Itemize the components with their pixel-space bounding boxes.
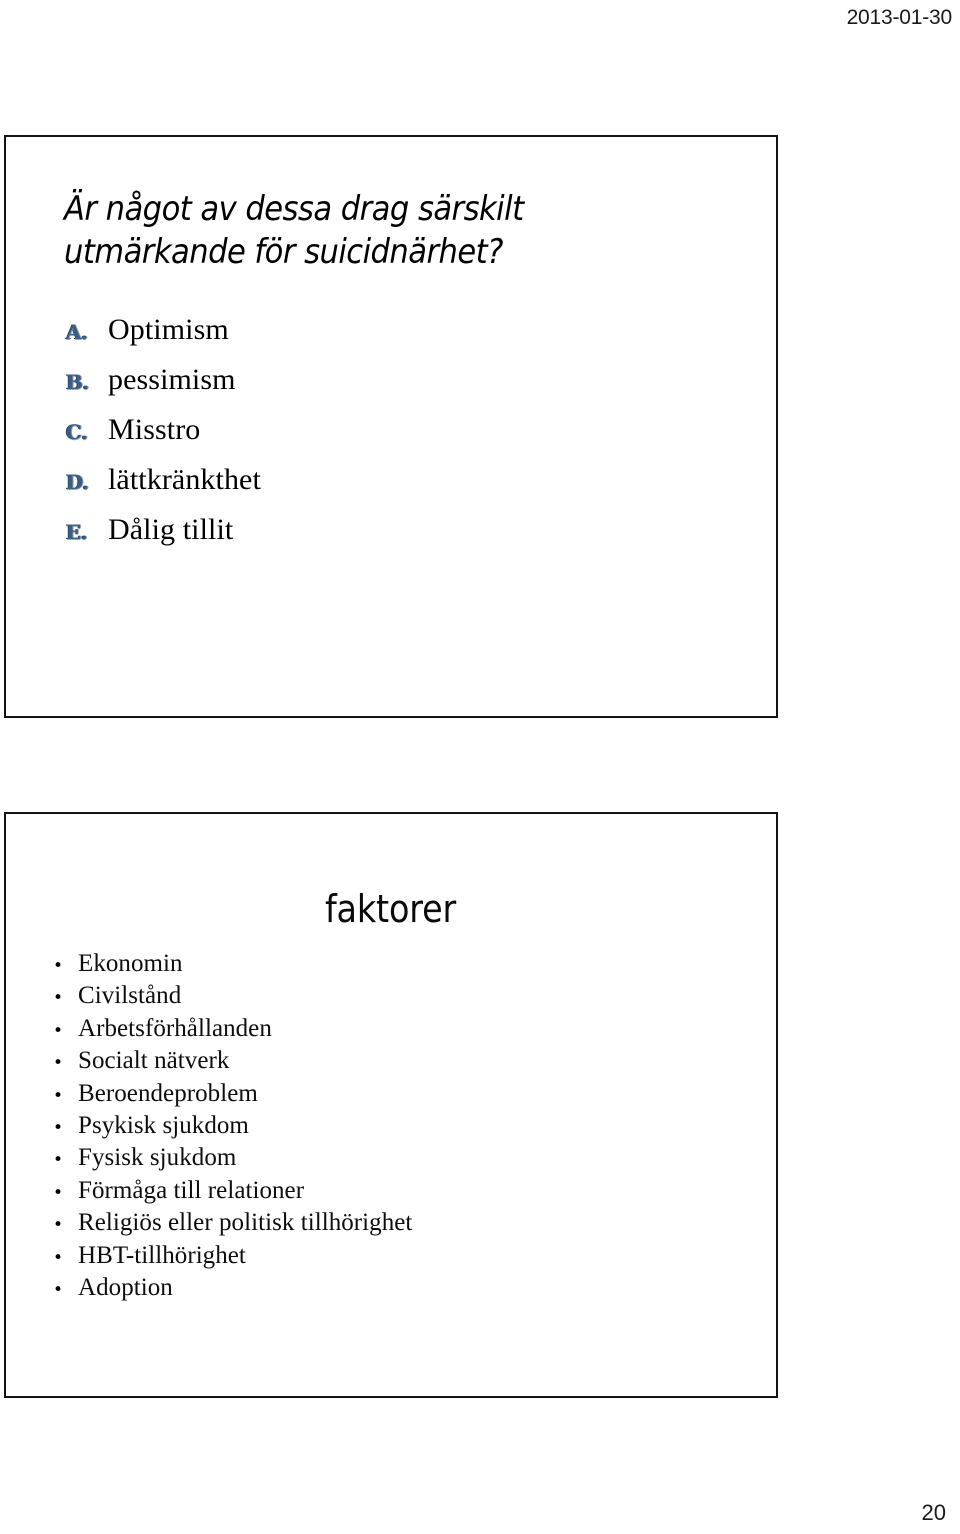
list-item[interactable]: E. Dålig tillit: [66, 505, 706, 555]
list-item-label: Religiös eller politisk tillhörighet: [78, 1209, 413, 1237]
list-item-label: Adoption: [78, 1273, 173, 1301]
slide-1-title: Är något av dessa drag särskilt utmärkan…: [64, 188, 524, 272]
slide-frame-2: faktorer • Ekonomin • Civilstånd • Arbet…: [4, 812, 778, 1398]
bullet-icon: •: [53, 1279, 64, 1300]
bullet-icon: •: [53, 1053, 64, 1074]
list-item-label: Socialt nätverk: [78, 1047, 230, 1075]
list-item-label: Dålig tillit: [108, 513, 234, 546]
list-item-label: Civilstånd: [78, 982, 182, 1010]
list-item-label: Beroendeproblem: [78, 1079, 258, 1107]
list-marker: D.: [66, 470, 89, 494]
list-item[interactable]: • Socialt nätverk: [50, 1045, 750, 1077]
bullet-icon: •: [53, 1117, 64, 1138]
list-marker: E.: [66, 520, 88, 544]
list-item[interactable]: A. Optimism: [66, 305, 706, 355]
list-item-label: Förmåga till relationer: [78, 1176, 305, 1204]
bullet-icon: •: [53, 988, 64, 1009]
list-item-label: Fysisk sjukdom: [78, 1144, 237, 1172]
list-marker: B.: [66, 370, 89, 394]
page-header: 2013-01-30: [0, 6, 960, 36]
list-item[interactable]: • Psykisk sjukdom: [50, 1110, 750, 1142]
slide-frame-1: Är något av dessa drag särskilt utmärkan…: [4, 135, 778, 718]
list-item[interactable]: • Religiös eller politisk tillhörighet: [50, 1207, 750, 1239]
bullet-icon: •: [53, 1085, 64, 1106]
list-item[interactable]: • Beroendeproblem: [50, 1078, 750, 1110]
list-item[interactable]: • HBT-tillhörighet: [50, 1240, 750, 1272]
slide-2-factor-list: • Ekonomin • Civilstånd • Arbetsförhålla…: [50, 948, 750, 1304]
list-item-label: HBT-tillhörighet: [78, 1241, 246, 1269]
list-item-label: Misstro: [108, 413, 201, 446]
bullet-icon: •: [53, 1182, 64, 1203]
list-item-label: Psykisk sjukdom: [78, 1111, 249, 1139]
list-item-label: Ekonomin: [78, 950, 183, 977]
list-item[interactable]: • Förmåga till relationer: [50, 1175, 750, 1207]
list-item[interactable]: B. pessimism: [66, 355, 706, 405]
list-marker: C.: [66, 420, 88, 444]
document-date: 2013-01-30: [846, 6, 953, 29]
bullet-icon: •: [53, 1247, 64, 1268]
bullet-icon: •: [53, 1215, 64, 1236]
bullet-icon: •: [53, 956, 64, 976]
list-item-label: Arbetsförhållanden: [78, 1014, 272, 1042]
list-item[interactable]: C. Misstro: [66, 405, 706, 455]
list-marker: A.: [66, 320, 88, 344]
list-item[interactable]: • Arbetsförhållanden: [50, 1013, 750, 1045]
list-item-label: Optimism: [108, 313, 229, 346]
list-item[interactable]: • Ekonomin: [50, 948, 750, 980]
page-footer: 20: [0, 1496, 960, 1526]
list-item[interactable]: D. lättkränkthet: [66, 455, 706, 505]
bullet-icon: •: [53, 1020, 64, 1041]
list-item-label: pessimism: [108, 363, 236, 396]
page-number: 20: [921, 1500, 946, 1525]
list-item[interactable]: • Civilstånd: [50, 980, 750, 1012]
list-item-label: lättkränkthet: [108, 463, 261, 496]
slide-2-title-text: faktorer: [325, 887, 457, 932]
list-item[interactable]: • Fysisk sjukdom: [50, 1142, 750, 1174]
slide-2-title: faktorer: [6, 887, 776, 931]
slide-1-answer-list: A. Optimism B. pessimism C. Misstro D. l…: [66, 305, 706, 555]
list-item[interactable]: • Adoption: [50, 1272, 750, 1304]
bullet-icon: •: [53, 1150, 64, 1171]
